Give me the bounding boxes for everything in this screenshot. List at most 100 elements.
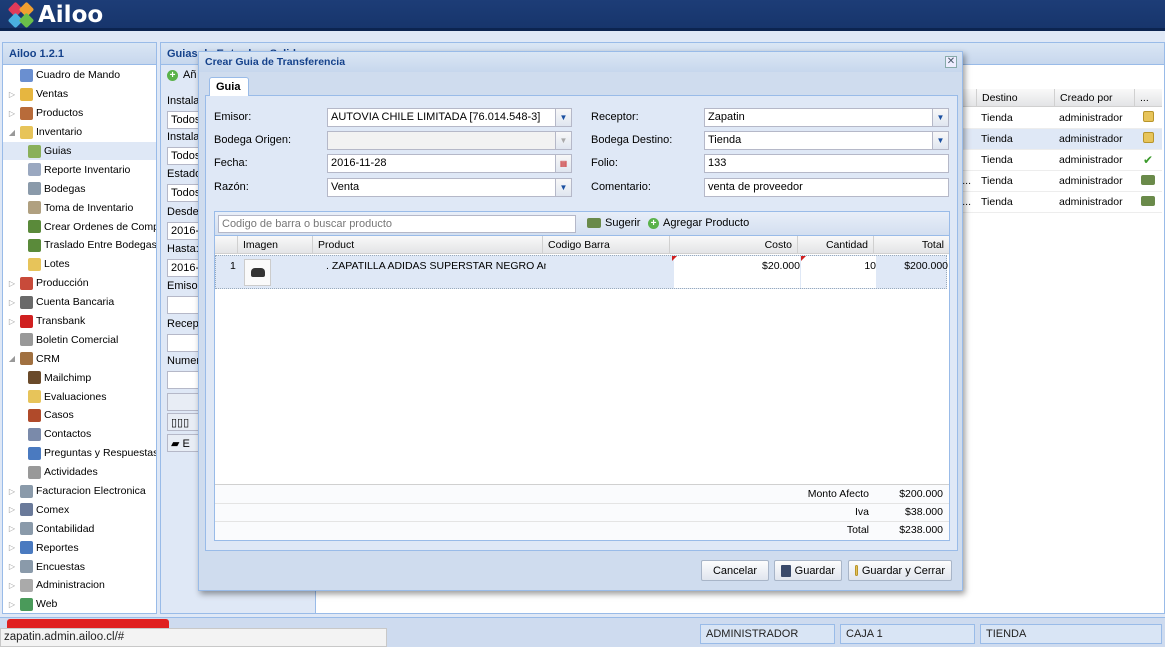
sidebar-item[interactable]: ▷ Facturacion Electronica	[3, 482, 156, 501]
cost-cell[interactable]: $20.000	[674, 256, 800, 288]
folio-field[interactable]: 133	[704, 154, 949, 173]
chevron-down-icon[interactable]: ▼	[556, 178, 572, 197]
sidebar-item[interactable]: ▷ Web	[3, 595, 156, 614]
calendar-icon[interactable]: ▦	[556, 154, 572, 173]
sidebar-item[interactable]: Reporte Inventario	[3, 160, 156, 179]
truck-icon[interactable]	[1134, 174, 1162, 188]
filter-label: Instala	[167, 95, 200, 107]
collapse-arrow-icon[interactable]: ▷	[7, 298, 17, 307]
column-header[interactable]: Destino	[976, 89, 1054, 106]
app-logo[interactable]: Ailoo	[7, 1, 104, 29]
status-url: zapatin.admin.ailoo.cl/#	[0, 628, 387, 647]
app-name: Ailoo	[38, 2, 104, 28]
sidebar-item[interactable]: ▷ Administracion	[3, 576, 156, 595]
fecha-field[interactable]: 2016-11-28	[327, 154, 556, 173]
cancel-button[interactable]: Cancelar	[701, 560, 769, 581]
sidebar-item-label: Guias	[44, 145, 72, 157]
column-header[interactable]: Product	[312, 236, 542, 254]
sidebar-item[interactable]: Toma de Inventario	[3, 198, 156, 217]
lock-icon[interactable]	[1134, 111, 1162, 125]
folio-label: Folio:	[591, 157, 618, 169]
cell-destino: Tienda	[981, 133, 1013, 145]
sugerir-label: Sugerir	[605, 217, 641, 229]
sidebar-item[interactable]: ▷ Contabilidad	[3, 519, 156, 538]
sidebar-item[interactable]: Lotes	[3, 255, 156, 274]
column-header[interactable]: ...	[1134, 89, 1162, 106]
collapse-arrow-icon[interactable]: ▷	[7, 317, 17, 326]
sidebar-item[interactable]: ▷ Producción	[3, 274, 156, 293]
emisor-field[interactable]: AUTOVIA CHILE LIMITADA [76.014.548-3]	[327, 108, 556, 127]
column-header[interactable]: Creado por	[1054, 89, 1134, 106]
column-header[interactable]: Codigo Barra	[542, 236, 669, 254]
sidebar-item-label: Web	[36, 598, 58, 611]
column-header[interactable]: Imagen	[237, 236, 312, 254]
column-header[interactable]: Cantidad	[797, 236, 873, 254]
collapse-arrow-icon[interactable]: ▷	[7, 543, 17, 552]
collapse-arrow-icon[interactable]: ▷	[7, 279, 17, 288]
sidebar-item[interactable]: Mailchimp	[3, 368, 156, 387]
collapse-arrow-icon[interactable]: ▷	[7, 524, 17, 533]
chevron-down-icon[interactable]: ▼	[556, 108, 572, 127]
sugerir-button[interactable]: Sugerir	[587, 217, 640, 229]
save-close-button[interactable]: Guardar y Cerrar	[848, 560, 952, 581]
sidebar-item[interactable]: ▷ Reportes	[3, 538, 156, 557]
sidebar-item[interactable]: Contactos	[3, 425, 156, 444]
sidebar-item[interactable]: Evaluaciones	[3, 387, 156, 406]
filter-label: Emisor	[167, 280, 202, 292]
collapse-arrow-icon[interactable]: ▷	[7, 109, 17, 118]
sidebar-item[interactable]: Actividades	[3, 463, 156, 482]
sidebar-item[interactable]: Boletin Comercial	[3, 330, 156, 349]
product-search-input[interactable]: Codigo de barra o buscar producto	[218, 215, 576, 233]
sidebar-item[interactable]: Bodegas	[3, 179, 156, 198]
collapse-arrow-icon[interactable]: ▷	[7, 562, 17, 571]
sidebar-item[interactable]: Traslado Entre Bodegas	[3, 236, 156, 255]
add-button[interactable]: + Añ	[167, 69, 196, 81]
sidebar-item-label: Ventas	[36, 88, 69, 101]
sidebar-item[interactable]: ▷ Productos	[3, 104, 156, 123]
sidebar-item[interactable]: ◢ CRM	[3, 349, 156, 368]
column-header[interactable]: Costo	[669, 236, 797, 254]
column-header[interactable]: Total	[873, 236, 949, 254]
add-product-button[interactable]: + Agregar Producto	[648, 217, 749, 229]
close-icon[interactable]: ✕	[945, 56, 957, 68]
tab-guia[interactable]: Guia	[209, 77, 249, 97]
sidebar-item[interactable]: ▷ Comex	[3, 500, 156, 519]
table-row[interactable]: 1 . ZAPATILLA ADIDAS SUPERSTAR NEGRO Ama…	[215, 255, 948, 289]
chevron-down-icon[interactable]: ▼	[933, 108, 949, 127]
razon-field[interactable]: Venta	[327, 178, 556, 197]
sidebar-item[interactable]: ▷ Cuenta Bancaria	[3, 293, 156, 312]
sidebar-item[interactable]: ▷ Encuestas	[3, 557, 156, 576]
chevron-down-icon[interactable]: ▼	[933, 131, 949, 150]
chevron-down-icon[interactable]: ▼	[556, 131, 572, 150]
save-button[interactable]: Guardar	[774, 560, 842, 581]
truck-icon[interactable]	[1134, 195, 1162, 209]
comentario-field[interactable]: venta de proveedor	[704, 178, 949, 197]
sidebar: Ailoo 1.2.1 Cuadro de Mando ▷ Ventas ▷ Produ…	[2, 42, 157, 614]
bodega-origen-field[interactable]	[327, 131, 556, 150]
expand-arrow-icon[interactable]: ◢	[7, 128, 17, 137]
sidebar-item[interactable]: ◢ Inventario	[3, 123, 156, 142]
collapse-arrow-icon[interactable]: ▷	[7, 90, 17, 99]
collapse-arrow-icon[interactable]: ▷	[7, 581, 17, 590]
sidebar-item[interactable]: Casos	[3, 406, 156, 425]
totals-area: Monto Afecto $200.000 Iva $38.000 Total …	[215, 484, 949, 540]
collapse-arrow-icon[interactable]: ▷	[7, 505, 17, 514]
red-tab[interactable]	[7, 619, 169, 628]
collapse-arrow-icon[interactable]: ▷	[7, 600, 17, 609]
collapse-arrow-icon[interactable]: ▷	[7, 487, 17, 496]
bodega-destino-field[interactable]: Tienda	[704, 131, 933, 150]
lock-icon[interactable]	[1134, 132, 1162, 146]
sidebar-item[interactable]: ▷ Ventas	[3, 85, 156, 104]
receptor-field[interactable]: Zapatin	[704, 108, 933, 127]
sidebar-item[interactable]: Guias	[3, 141, 156, 161]
expand-arrow-icon[interactable]: ◢	[7, 354, 17, 363]
sidebar-item[interactable]: Preguntas y Respuestas	[3, 444, 156, 463]
truck-icon	[587, 218, 601, 228]
items-grid-header: Imagen Product Codigo Barra Costo Cantid…	[215, 236, 949, 254]
check-icon[interactable]: ✔	[1134, 153, 1162, 167]
sidebar-item[interactable]: Cuadro de Mando	[3, 66, 156, 85]
nav-tree: Cuadro de Mando ▷ Ventas ▷ Productos ◢ Inventa…	[3, 65, 156, 614]
quantity-cell[interactable]: 10	[801, 256, 876, 288]
sidebar-item[interactable]: ▷ Transbank	[3, 312, 156, 331]
sidebar-item[interactable]: Crear Ordenes de Compra	[3, 217, 156, 236]
